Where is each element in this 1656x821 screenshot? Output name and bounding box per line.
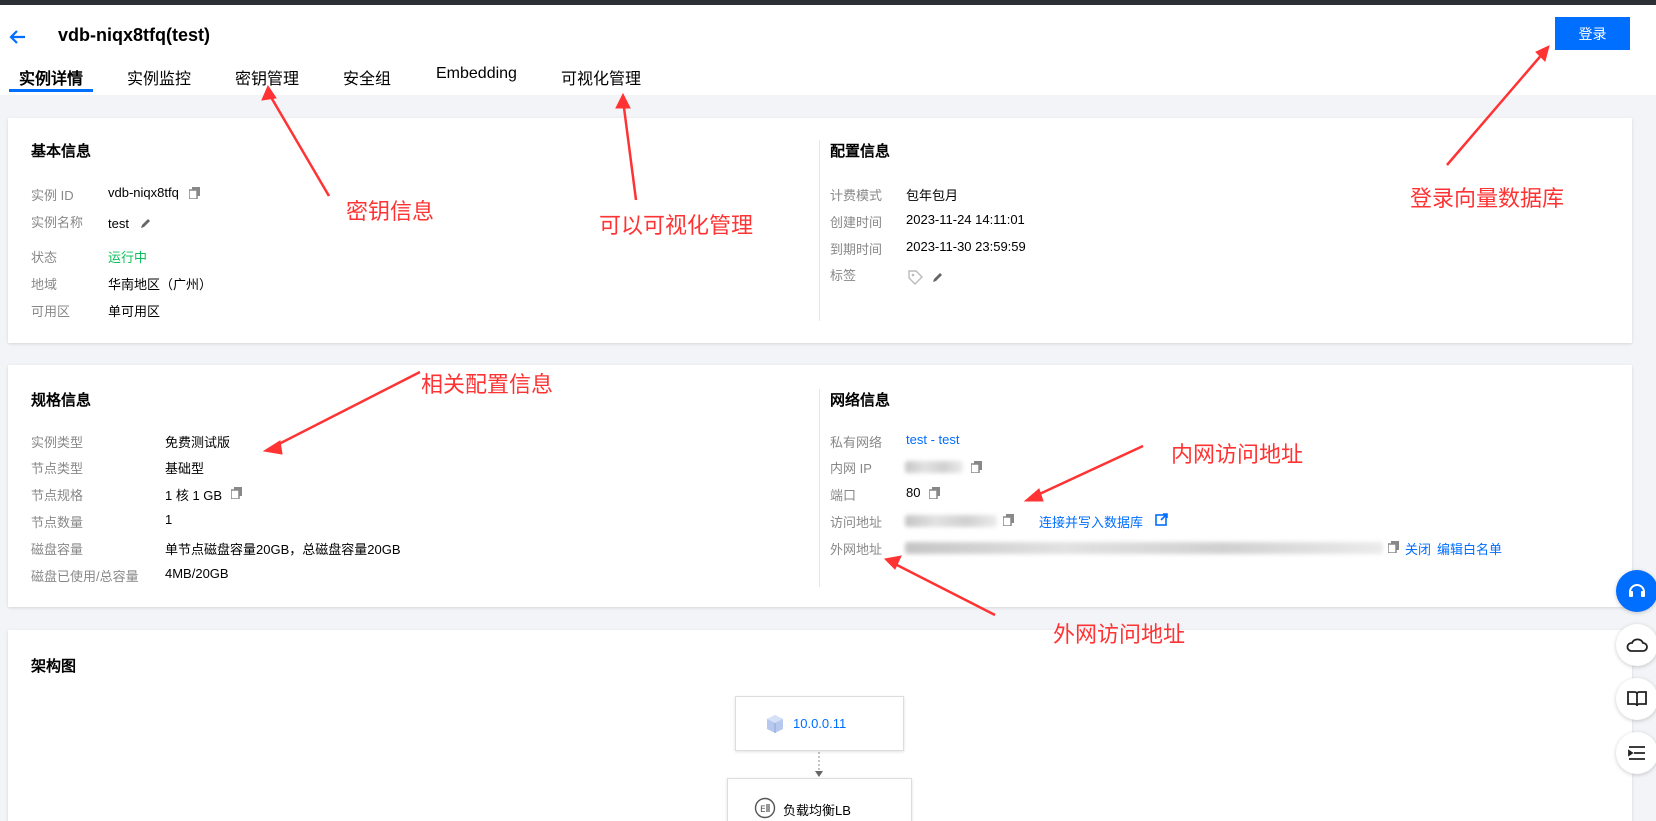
label-access-address: 访问地址 [830, 515, 883, 530]
tab-instance-monitoring[interactable]: 实例监控 [127, 65, 191, 89]
arrow-head [615, 92, 631, 109]
svg-text:E: E [760, 805, 766, 815]
headset-icon [1629, 584, 1645, 597]
label-port: 端口 [830, 488, 857, 503]
connect-write-db-link[interactable]: 连接并写入数据库 [1039, 512, 1143, 531]
spec-info-title: 规格信息 [31, 392, 92, 409]
value-zone: 单可用区 [108, 304, 161, 319]
value-expire: 2023-11-30 23:59:59 [906, 239, 1026, 254]
config-info-title: 配置信息 [830, 143, 891, 160]
architecture-node-lb: E 负载均衡LB [727, 778, 912, 821]
login-button[interactable]: 登录 [1555, 17, 1630, 50]
value-created: 2023-11-24 14:11:01 [906, 212, 1025, 227]
list-icon [1628, 746, 1645, 760]
tab-embedding[interactable]: Embedding [436, 65, 517, 83]
annotation-key-info: 密钥信息 [346, 199, 435, 224]
tag-icon [908, 270, 923, 285]
label-zone: 可用区 [31, 304, 71, 319]
annotation-extranet-address: 外网访问地址 [1053, 622, 1186, 647]
tab-visual-management[interactable]: 可视化管理 [561, 65, 641, 89]
label-disk-usage: 磁盘已使用/总容量 [31, 569, 139, 584]
connector-arrow [815, 752, 823, 777]
label-instance-id: 实例 ID [31, 188, 74, 203]
label-vpc: 私有网络 [830, 435, 883, 450]
label-private-ip: 内网 IP [830, 461, 872, 476]
value-disk-usage: 4MB/20GB [165, 566, 229, 581]
cloud-icon [1626, 638, 1648, 652]
label-instance-type: 实例类型 [31, 435, 84, 450]
server-cube-icon [767, 715, 783, 733]
basic-info-title: 基本信息 [31, 143, 92, 160]
instance-title: vdb-niqx8tfq(test) [58, 25, 210, 45]
value-port: 80 [906, 485, 921, 500]
cloud-float-button[interactable] [1616, 624, 1656, 666]
node-lb-label: 负载均衡LB [783, 803, 851, 818]
copy-icon[interactable] [1003, 514, 1014, 526]
value-node-type: 基础型 [165, 461, 205, 476]
network-info-title: 网络信息 [830, 392, 891, 409]
node-ip-label[interactable]: 10.0.0.11 [793, 716, 846, 731]
spec-network-card: 规格信息 实例类型 免费测试版 节点类型 基础型 节点规格 1 核 1 GB 节… [8, 365, 1632, 607]
label-node-spec: 节点规格 [31, 488, 84, 503]
value-node-count: 1 [165, 512, 173, 527]
annotation-login-db: 登录向量数据库 [1410, 186, 1565, 211]
label-instance-name: 实例名称 [31, 215, 84, 230]
value-billing: 包年包月 [906, 188, 959, 203]
copy-icon[interactable] [1388, 541, 1399, 553]
tab-security-group[interactable]: 安全组 [343, 65, 391, 89]
support-float-button[interactable] [1616, 570, 1656, 612]
annotation-intranet-address: 内网访问地址 [1171, 442, 1304, 467]
architecture-node-ip: 10.0.0.11 [735, 696, 904, 751]
label-disk: 磁盘容量 [31, 542, 84, 557]
value-node-spec: 1 核 1 GB [165, 488, 223, 503]
tab-instance-details[interactable]: 实例详情 [19, 65, 83, 89]
book-icon [1627, 691, 1647, 707]
label-node-count: 节点数量 [31, 515, 84, 530]
edit-pencil-icon[interactable] [139, 217, 152, 230]
label-region: 地域 [31, 277, 58, 292]
label-public-address: 外网地址 [830, 542, 883, 557]
back-arrow-icon[interactable] [8, 27, 28, 47]
annotation-config-info: 相关配置信息 [421, 372, 554, 397]
redacted-private-ip [905, 461, 963, 473]
label-tags: 标签 [830, 268, 857, 283]
close-public-link[interactable]: 关闭 [1405, 539, 1431, 558]
section-divider [819, 140, 820, 321]
copy-icon[interactable] [929, 487, 940, 499]
tab-bar: 实例详情 实例监控 密钥管理 安全组 Embedding 可视化管理 [0, 57, 1656, 93]
value-instance-type: 免费测试版 [165, 435, 231, 450]
redacted-public-address [905, 542, 1383, 554]
label-billing: 计费模式 [830, 188, 883, 203]
value-disk: 单节点磁盘容量20GB，总磁盘容量20GB [165, 542, 401, 557]
basic-config-card: 基本信息 实例 ID vdb-niqx8tfq 实例名称 test 状态 运行中… [8, 118, 1632, 343]
label-node-type: 节点类型 [31, 461, 84, 476]
copy-icon[interactable] [189, 187, 200, 199]
label-expire: 到期时间 [830, 242, 883, 257]
section-divider [819, 389, 820, 587]
value-instance-name: test [108, 216, 129, 231]
architecture-title: 架构图 [31, 658, 77, 675]
tab-key-management[interactable]: 密钥管理 [235, 65, 299, 89]
menu-float-button[interactable] [1616, 732, 1656, 774]
docs-float-button[interactable] [1616, 678, 1656, 720]
label-status: 状态 [31, 250, 58, 265]
annotation-visual-management: 可以可视化管理 [599, 213, 754, 238]
label-created: 创建时间 [830, 215, 883, 230]
value-instance-id: vdb-niqx8tfq [108, 185, 179, 200]
redacted-access-address [905, 515, 997, 527]
copy-icon[interactable] [231, 487, 242, 499]
edit-tags-pencil-icon[interactable] [931, 271, 944, 284]
active-tab-underline [9, 89, 93, 92]
architecture-card: 架构图 10.0.0.11 E 负载均衡LB [8, 630, 1632, 821]
vpc-link[interactable]: test - test [906, 432, 959, 447]
edit-whitelist-link[interactable]: 编辑白名单 [1437, 539, 1502, 558]
value-status: 运行中 [108, 250, 148, 265]
load-balancer-icon: E [754, 797, 776, 819]
external-link-icon[interactable] [1155, 513, 1168, 526]
copy-icon[interactable] [971, 461, 982, 473]
value-region: 华南地区（广州） [108, 277, 213, 292]
